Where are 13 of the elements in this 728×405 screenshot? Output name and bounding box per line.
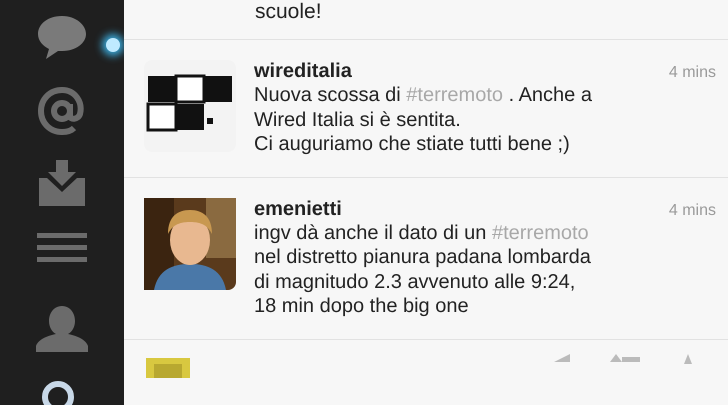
timestamp: 4 mins — [668, 202, 716, 220]
tweet-text: ingv dà anche il dato di un #terremoto nel distretto pianura padana lombarda di magnitudo 2.3 avvenuto alle 9:24, 18 min dopo the big one — [254, 220, 592, 318]
menu-icon — [37, 233, 87, 263]
username[interactable]: wireditalia — [254, 60, 352, 83]
speech-bubble-icon — [36, 14, 88, 60]
person-icon — [36, 306, 88, 352]
at-sign-icon — [38, 87, 86, 135]
timestamp: 4 mins — [668, 64, 716, 82]
selection-indicator — [106, 38, 120, 52]
username[interactable]: emenietti — [254, 198, 342, 220]
tweet-text: scuole! — [255, 0, 322, 23]
inbox-download-icon — [37, 160, 87, 206]
tweet-text: Nuova scossa di #terremoto . Anche a Wired Italia si è sentita. Ci auguriamo che stiate tutti bene ;) — [254, 83, 593, 156]
